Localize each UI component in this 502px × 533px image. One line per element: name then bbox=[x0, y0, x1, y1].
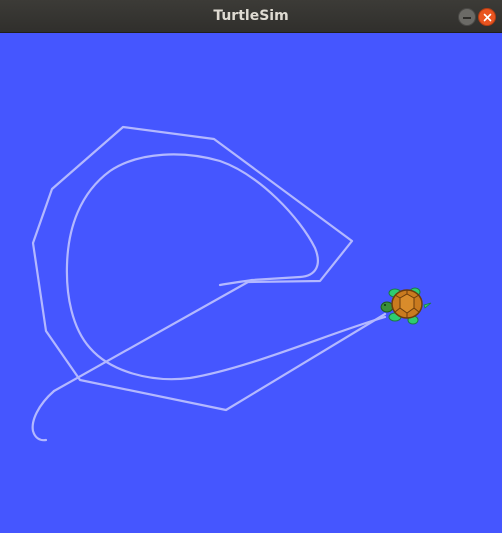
window-title: TurtleSim bbox=[213, 8, 289, 24]
turtle-canvas bbox=[0, 33, 502, 533]
title-bar[interactable]: TurtleSim bbox=[0, 0, 502, 33]
pen-trail-inner bbox=[65, 153, 387, 381]
pen-trail-outer bbox=[31, 125, 387, 412]
close-button[interactable] bbox=[478, 8, 496, 26]
turtlesim-window: TurtleSim bbox=[0, 0, 502, 533]
turtle-icon bbox=[380, 287, 432, 325]
pen-trail-tail bbox=[31, 389, 56, 442]
minimize-button[interactable] bbox=[458, 8, 476, 26]
close-icon bbox=[483, 13, 492, 22]
minimize-icon bbox=[463, 17, 471, 19]
